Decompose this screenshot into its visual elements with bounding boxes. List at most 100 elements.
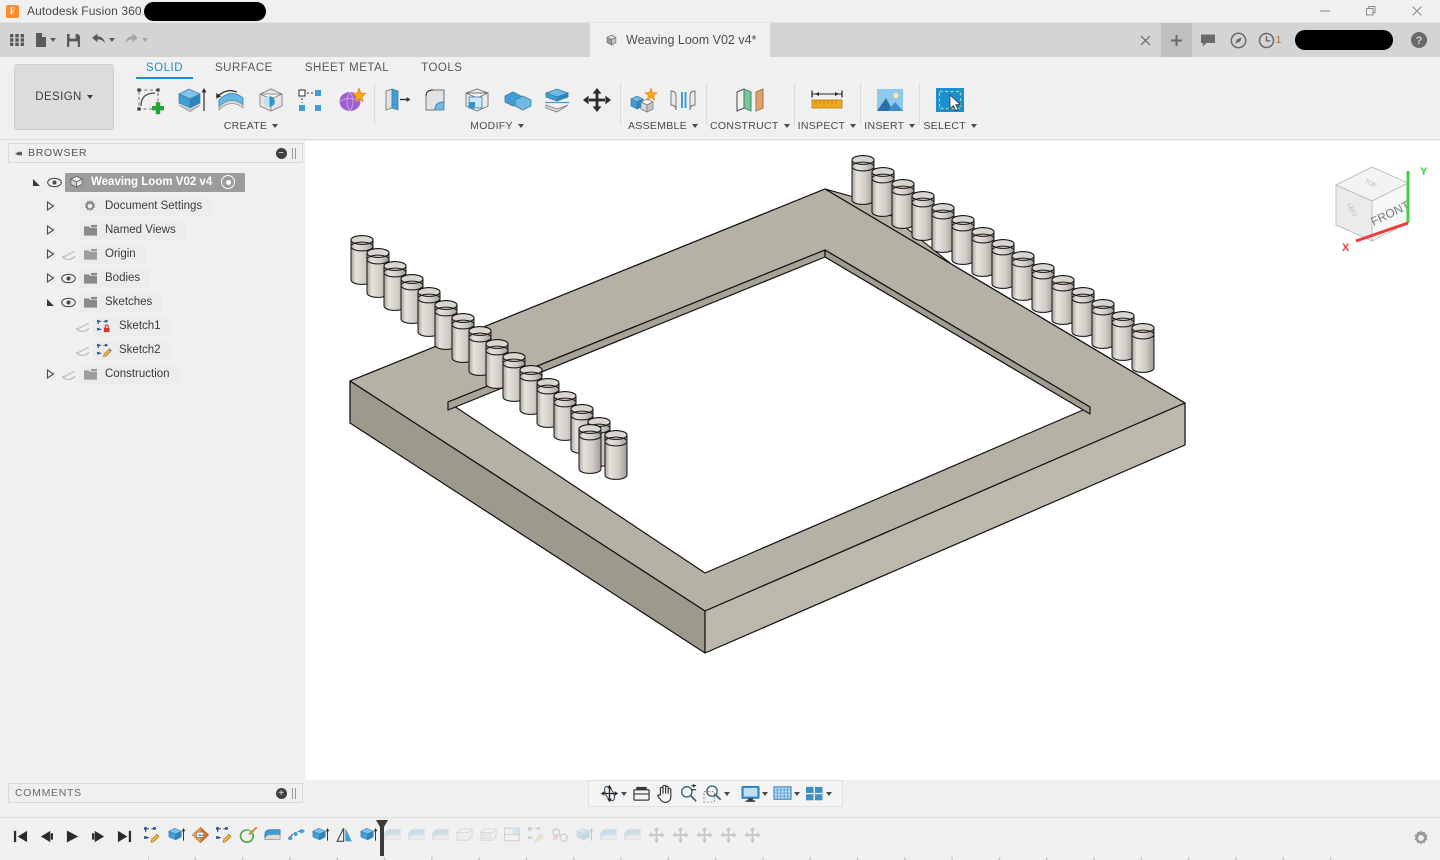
document-tab[interactable]: Weaving Loom V02 v4* (590, 23, 771, 57)
insert-image-button[interactable] (868, 81, 912, 121)
visibility-eye-off-icon[interactable] (57, 249, 79, 260)
timeline-feature-sketch-2[interactable] (212, 822, 236, 848)
expander-expanded-icon[interactable] (30, 178, 43, 187)
browser-item-construction[interactable]: Construction (8, 362, 303, 386)
timeline-feature-pattern-path[interactable] (284, 822, 308, 848)
comments-resize-grip[interactable] (292, 787, 296, 799)
fit-button[interactable] (701, 782, 732, 806)
ribbon-panel-select-label[interactable]: SELECT (923, 120, 978, 132)
ribbon-panel-create-label[interactable]: CREATE (224, 120, 279, 132)
browser-collapse-icon[interactable]: ◂◂ (15, 148, 22, 159)
timeline-feature-fillet-3[interactable] (404, 822, 428, 848)
undo-button[interactable] (87, 27, 118, 53)
timeline-feature-move-3[interactable] (692, 822, 716, 848)
pan-button[interactable] (654, 782, 676, 806)
browser-item-sketch2[interactable]: Sketch2 (8, 338, 303, 362)
viewports-button[interactable] (803, 782, 834, 806)
timeline-feature-fillet-6[interactable] (620, 822, 644, 848)
file-button[interactable] (31, 27, 59, 53)
view-cube[interactable]: FRONT TOP LEFT Y X (1322, 153, 1432, 263)
extrude-button[interactable] (172, 81, 210, 121)
close-tab-button[interactable] (1130, 23, 1161, 57)
help-button[interactable]: ? (1403, 23, 1434, 57)
timeline-feature-move-4[interactable] (716, 822, 740, 848)
timeline-feature-extrude-2[interactable] (308, 822, 332, 848)
timeline-feature-split[interactable] (500, 822, 524, 848)
viewport-canvas[interactable]: FRONT TOP LEFT Y X (305, 141, 1440, 780)
expander-collapsed-icon[interactable] (44, 369, 57, 379)
zoom-button[interactable] (677, 782, 700, 806)
timeline-feature-coil[interactable] (236, 822, 260, 848)
undo-dropdown-caret[interactable] (109, 38, 115, 42)
timeline-track[interactable] (140, 820, 1390, 860)
timeline-feature-chamfer[interactable] (452, 822, 476, 848)
minimize-button[interactable] (1302, 0, 1348, 23)
grid-snaps-dropdown-caret[interactable] (793, 791, 800, 796)
close-button[interactable] (1394, 0, 1440, 23)
redo-dropdown-caret[interactable] (142, 38, 148, 42)
ribbon-panel-construct-label[interactable]: CONSTRUCT (710, 120, 790, 132)
go-to-end-button[interactable] (112, 824, 136, 848)
orbit-button[interactable] (598, 782, 629, 806)
file-dropdown-caret[interactable] (50, 38, 56, 42)
timeline-feature-move-2[interactable] (668, 822, 692, 848)
browser-settings-icon[interactable]: − (276, 147, 287, 159)
timeline-feature-move-5[interactable] (740, 822, 764, 848)
timeline-feature-fillet-4[interactable] (428, 822, 452, 848)
ribbon-panel-modify-label[interactable]: MODIFY (470, 120, 524, 132)
extensions-button[interactable] (1223, 23, 1254, 57)
browser-item-root[interactable]: Weaving Loom V02 v4 (8, 170, 303, 194)
play-button[interactable] (60, 824, 84, 848)
timeline-feature-extrude-4[interactable] (572, 822, 596, 848)
revolve-button[interactable] (212, 81, 250, 121)
tab-sheet-metal[interactable]: SHEET METAL (289, 59, 405, 79)
ribbon-panel-insert-label[interactable]: INSERT (864, 120, 916, 132)
tab-solid[interactable]: SOLID (130, 59, 199, 79)
expander-collapsed-icon[interactable] (44, 225, 57, 235)
pattern-button[interactable] (292, 81, 330, 121)
go-to-beginning-button[interactable] (8, 824, 32, 848)
expander-collapsed-icon[interactable] (44, 201, 57, 211)
ribbon-panel-inspect-label[interactable]: INSPECT (798, 120, 857, 132)
timeline-settings-button[interactable] (1412, 829, 1430, 852)
fit-dropdown-caret[interactable] (723, 791, 730, 796)
browser-item-sketch1[interactable]: Sketch1 (8, 314, 303, 338)
timeline-feature-sketch[interactable] (140, 822, 164, 848)
browser-item-document-settings[interactable]: Document Settings (8, 194, 303, 218)
new-component-button[interactable] (624, 81, 662, 121)
visibility-eye-off-icon[interactable] (57, 369, 79, 380)
timeline-feature-sketch-3[interactable] (524, 822, 548, 848)
timeline-feature-extrude[interactable] (164, 822, 188, 848)
visibility-eye-icon[interactable] (43, 177, 65, 188)
timeline-feature-mirror[interactable] (332, 822, 356, 848)
look-at-button[interactable] (630, 782, 653, 806)
create-sketch-button[interactable] (132, 81, 170, 121)
workspace-switcher-button[interactable]: DESIGN (14, 64, 114, 130)
expander-expanded-icon[interactable] (44, 298, 57, 307)
visibility-eye-icon[interactable] (57, 297, 79, 308)
ribbon-panel-assemble-label[interactable]: ASSEMBLE (628, 120, 698, 132)
create-form-button[interactable] (332, 81, 370, 121)
sphere-button[interactable] (252, 81, 290, 121)
browser-item-sketches[interactable]: Sketches (8, 290, 303, 314)
move-copy-button[interactable] (578, 81, 616, 121)
step-forward-button[interactable] (86, 824, 110, 848)
select-button[interactable] (928, 81, 972, 121)
redo-button[interactable] (120, 27, 151, 53)
display-settings-dropdown-caret[interactable] (761, 791, 768, 796)
comments-button[interactable] (1192, 23, 1223, 57)
browser-item-origin[interactable]: Origin (8, 242, 303, 266)
browser-item-named-views[interactable]: Named Views (8, 218, 303, 242)
browser-resize-grip[interactable] (292, 147, 296, 159)
timeline-playhead[interactable] (374, 820, 388, 856)
expander-collapsed-icon[interactable] (44, 249, 57, 259)
timeline-feature-fillet[interactable] (260, 822, 284, 848)
viewports-dropdown-caret[interactable] (825, 791, 832, 796)
add-comment-button[interactable]: + (276, 787, 287, 799)
fillet-button[interactable] (418, 81, 456, 121)
press-pull-button[interactable] (378, 81, 416, 121)
step-back-button[interactable] (34, 824, 58, 848)
joint-button[interactable] (664, 81, 702, 121)
show-data-panel-button[interactable] (5, 27, 29, 53)
timeline-feature-thread[interactable] (548, 822, 572, 848)
